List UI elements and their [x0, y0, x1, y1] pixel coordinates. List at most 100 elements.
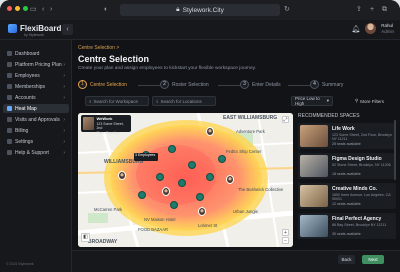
sidebar-item-heat-map[interactable]: Heat Map	[3, 104, 69, 113]
heat-map[interactable]: EAST WILLIAMSBURG Adventure Park FedEx S…	[78, 113, 293, 247]
lock-icon: 🔒︎	[176, 6, 180, 13]
sidebar-item-label: Billing	[15, 127, 29, 134]
step-number: 1	[78, 80, 87, 89]
map-popup-line2: Floor, Brooklyn	[96, 130, 120, 135]
minimize-window-button[interactable]	[15, 6, 20, 11]
browser-toolbar: ▭ ‹ › ◐ 🔒︎ Stylework.City ↻ ⇪ + ⧉	[0, 0, 400, 20]
employee-map-pin[interactable]	[206, 127, 214, 136]
address-bar[interactable]: 🔒︎ Stylework.City	[120, 4, 280, 16]
step-summary[interactable]: 4 Summary	[310, 80, 343, 89]
sort-value: Price Low to High	[295, 96, 320, 106]
map-marker[interactable]	[178, 179, 186, 187]
map-marker[interactable]	[218, 155, 226, 163]
help-icon	[7, 150, 12, 155]
space-address: 123 Some Street, 2nd Floor, Brooklyn NY …	[332, 133, 392, 142]
map-label-mccarren: McCarren Park	[94, 207, 123, 212]
step-label: Enter Details	[252, 81, 281, 88]
step-label: Centre Selection	[90, 81, 127, 88]
map-marker[interactable]	[156, 173, 164, 181]
sidebar-toggle-icon[interactable]: ▭	[30, 5, 37, 15]
map-marker[interactable]	[206, 173, 214, 181]
map-label-bushwick: The Bushwick Collective	[238, 187, 284, 192]
logo-mark-icon	[8, 24, 17, 33]
reload-icon[interactable]: ↻	[284, 5, 290, 15]
search-locations-placeholder: Search for Locations	[160, 98, 202, 104]
user-name: Rahul	[381, 23, 393, 28]
zoom-in-button[interactable]: +	[282, 229, 289, 236]
user-role: Admin	[381, 28, 394, 34]
close-window-button[interactable]	[7, 6, 12, 11]
avatar[interactable]	[365, 23, 377, 34]
share-icon[interactable]: ⇪	[356, 5, 362, 15]
window-controls	[7, 6, 28, 11]
map-popup[interactable]: WeWork 123 Some Street, 2nd Floor, Brook…	[81, 115, 131, 135]
map-marker[interactable]	[168, 145, 176, 153]
space-card[interactable]: Creative Minds Co. 1650 Irene Avenue, Lo…	[298, 183, 396, 209]
new-tab-icon[interactable]: +	[370, 5, 374, 15]
sidebar-item-label: Accounts	[15, 94, 36, 101]
sort-select[interactable]: Price Low to High ▾	[291, 96, 333, 106]
space-card[interactable]: Life Work 123 Some Street, 2nd Floor, Br…	[298, 123, 396, 149]
app-logo[interactable]: FlexiBoard by Stylework	[8, 24, 61, 37]
space-card[interactable]: Figma Design Studio 52 Stone Street, Bro…	[298, 153, 396, 179]
search-locations-input[interactable]: ⌕ Search for Locations	[152, 96, 216, 106]
employee-map-pin[interactable]	[118, 171, 126, 180]
chevron-right-icon: ›	[63, 116, 65, 123]
space-card[interactable]: Final Perfect Agency 88 Bay Street, Broo…	[298, 213, 396, 239]
employee-map-pin[interactable]	[226, 175, 234, 184]
step-centre-selection[interactable]: 1 Centre Selection	[78, 80, 127, 89]
forward-arrow-icon[interactable]: ›	[50, 5, 52, 15]
map-marker[interactable]	[196, 193, 204, 201]
tab-overview-icon[interactable]: ⧉	[382, 5, 387, 15]
step-enter-details[interactable]: 3 Enter Details	[240, 80, 281, 89]
space-address: 1650 Irene Avenue, Los Angeles, CA 90001	[332, 193, 391, 202]
memberships-icon	[7, 84, 12, 89]
employee-map-pin[interactable]	[198, 207, 206, 216]
filter-icon: ⚲	[355, 98, 359, 103]
back-arrow-icon[interactable]: ‹	[42, 5, 44, 15]
sidebar-item-help-support[interactable]: Help & Support ›	[3, 148, 69, 157]
space-name: Creative Minds Co.	[332, 186, 378, 192]
breadcrumb[interactable]: Centre Selection >	[78, 45, 119, 51]
header-user-area: 🔔︎ Rahul Admin	[351, 23, 394, 34]
more-filters-button[interactable]: ⚲ More Filters	[355, 96, 384, 106]
zoom-out-button[interactable]: −	[282, 237, 289, 244]
sidebar-item-label: Platform Pricing Plan	[15, 61, 62, 68]
accounts-icon	[7, 95, 12, 100]
space-availability: 18 seats available	[332, 172, 361, 176]
collapse-sidebar-button[interactable]: ‹	[62, 24, 73, 35]
sidebar-item-settings[interactable]: Settings ›	[3, 137, 69, 146]
next-button[interactable]: Next	[362, 255, 384, 264]
map-marker[interactable]	[138, 191, 146, 199]
space-availability: 25 seats available	[332, 142, 361, 146]
sidebar-item-accounts[interactable]: Accounts ›	[3, 93, 69, 102]
map-layers-icon[interactable]: ◧	[81, 233, 90, 242]
sidebar-item-label: Visits and Approvals	[15, 116, 60, 123]
search-workspace-input[interactable]: ⌕ Search for Workspace	[85, 96, 149, 106]
progress-stepper: 1 Centre Selection 2 Roster Selection 3 Ent…	[78, 80, 396, 91]
address-bar-url: Stylework.City	[182, 6, 224, 14]
map-label-lorimer: Lorimer St	[198, 223, 218, 228]
step-roster-selection[interactable]: 2 Roster Selection	[160, 80, 209, 89]
map-marker[interactable]	[188, 161, 196, 169]
notification-bell-icon[interactable]: 🔔︎	[351, 25, 360, 33]
sidebar-item-dashboard[interactable]: Dashboard	[3, 49, 69, 58]
employee-map-pin[interactable]	[162, 187, 170, 196]
map-marker[interactable]	[170, 201, 178, 209]
sidebar-item-platform-pricing-plan[interactable]: Platform Pricing Plan ›	[3, 60, 69, 69]
sidebar-item-label: Help & Support	[15, 149, 49, 156]
sidebar-item-billing[interactable]: Billing ›	[3, 126, 69, 135]
privacy-shield-icon[interactable]: ◐	[104, 5, 108, 15]
sidebar-item-employees[interactable]: Employees ›	[3, 71, 69, 80]
maximize-window-button[interactable]	[23, 6, 28, 11]
billing-icon	[7, 128, 12, 133]
sidebar-item-visits-approvals[interactable]: Visits and Approvals ›	[3, 115, 69, 124]
fullscreen-icon[interactable]: ⤢	[282, 116, 289, 123]
sidebar-item-memberships[interactable]: Memberships ›	[3, 82, 69, 91]
recommended-scrollbar[interactable]	[394, 120, 396, 180]
space-image	[300, 125, 328, 147]
chevron-right-icon: ›	[63, 83, 65, 90]
dashboard-icon	[7, 51, 12, 56]
back-button[interactable]: Back	[338, 255, 355, 264]
user-info[interactable]: Rahul Admin	[381, 23, 394, 34]
